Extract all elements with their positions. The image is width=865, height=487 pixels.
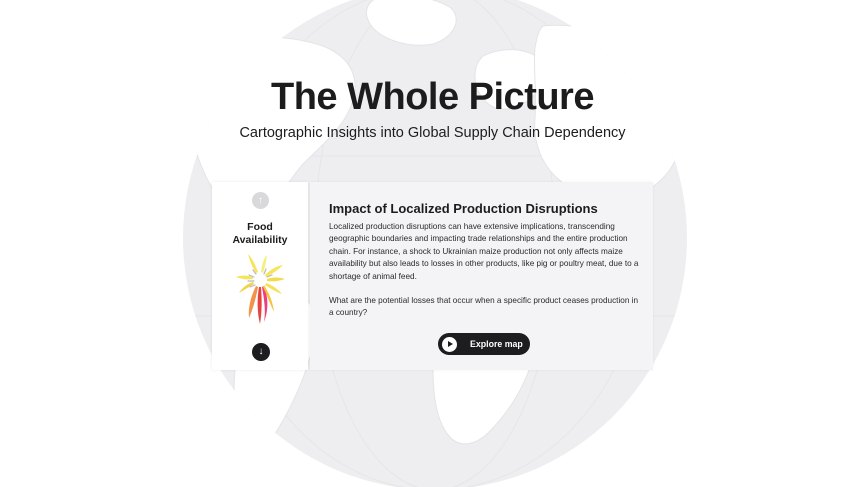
content-card: Impact of Localized Production Disruptio… [310, 182, 653, 370]
content-title: Impact of Localized Production Disruptio… [329, 201, 598, 216]
page-title: The Whole Picture [271, 76, 594, 118]
page-subtitle: Cartographic Insights into Global Supply… [239, 125, 626, 141]
food-availability-flower-icon [236, 254, 285, 324]
explore-map-button[interactable]: Explore map [438, 333, 530, 355]
topic-card[interactable]: ↑ Food Availability ↓ [212, 182, 308, 370]
explore-map-label: Explore map [470, 339, 523, 349]
topic-label-line2: Availability [232, 234, 288, 246]
page: The Whole Picture Cartographic Insights … [0, 0, 865, 487]
arrow-up-glyph: ↑ [258, 194, 263, 206]
play-triangle [447, 341, 453, 347]
content-paragraph-1: Localized production disruptions can hav… [329, 222, 639, 281]
topic-label-line1: Food [247, 221, 273, 233]
play-icon [442, 336, 457, 352]
arrow-up-icon[interactable]: ↑ [252, 192, 269, 209]
topic-label: Food Availability [212, 221, 308, 247]
arrow-down-glyph: ↓ [258, 346, 264, 357]
content-paragraph-2: What are the potential losses that occur… [329, 296, 639, 318]
arrow-down-icon[interactable]: ↓ [252, 343, 270, 361]
